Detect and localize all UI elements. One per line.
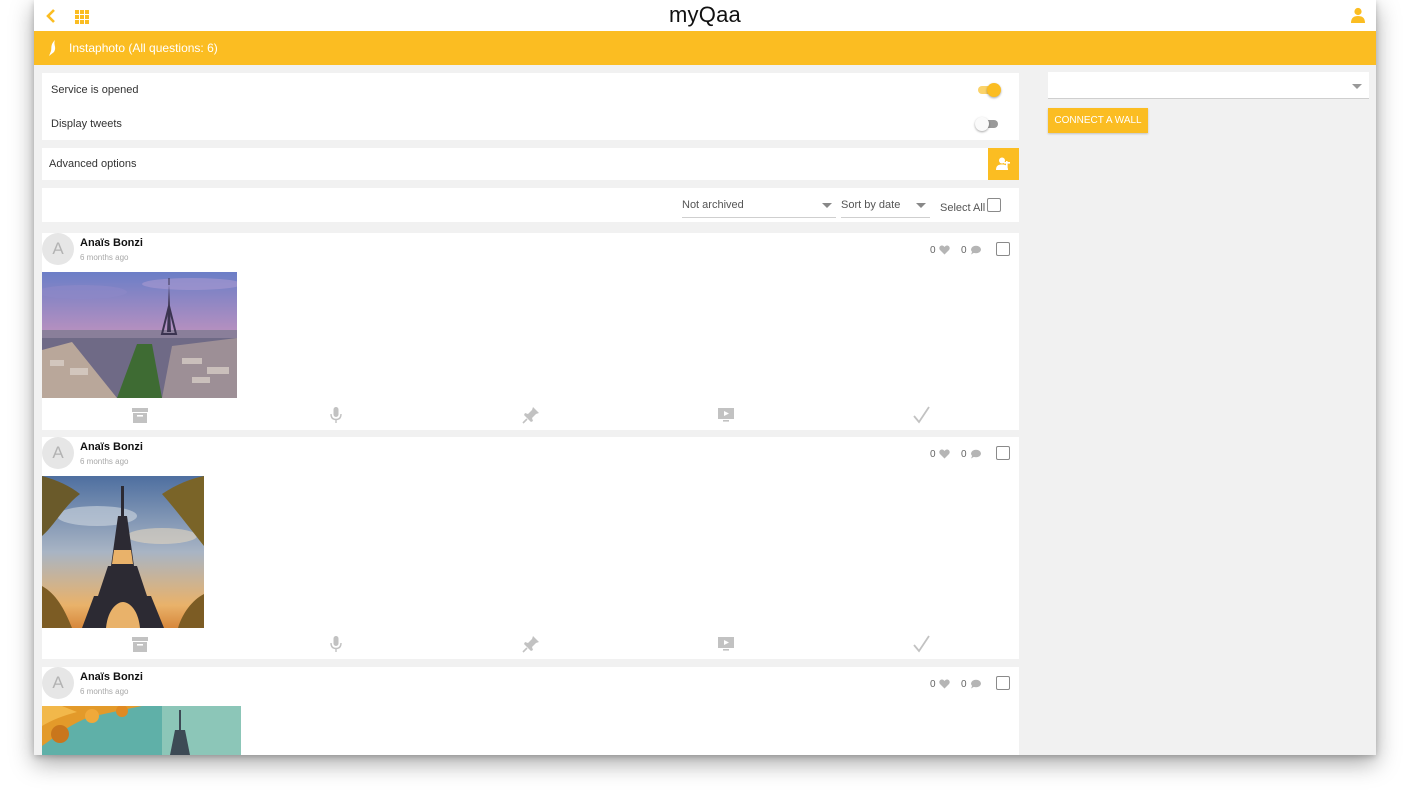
caret-down-icon bbox=[916, 203, 926, 208]
heart-icon bbox=[939, 245, 951, 255]
microphone-icon bbox=[330, 636, 342, 652]
post-select-checkbox[interactable] bbox=[996, 676, 1010, 690]
service-icon bbox=[49, 40, 56, 56]
comment-bubble-icon bbox=[971, 245, 982, 255]
archive-icon bbox=[132, 637, 148, 652]
pin-icon bbox=[522, 407, 539, 424]
sort-value: Sort by date bbox=[841, 199, 901, 211]
microphone-button[interactable] bbox=[326, 634, 346, 654]
toggle-knob bbox=[987, 83, 1001, 97]
caret-down-icon bbox=[822, 203, 832, 208]
setting-display-tweets: Display tweets bbox=[42, 107, 1019, 140]
avatar: A bbox=[42, 667, 74, 699]
post-photo[interactable] bbox=[42, 706, 241, 755]
wall-select[interactable] bbox=[1048, 72, 1369, 99]
comments-value: 0 bbox=[961, 449, 967, 460]
comments-value: 0 bbox=[961, 679, 967, 690]
screen-icon bbox=[718, 637, 734, 651]
post-card: A Anaïs Bonzi 6 months ago 0 0 bbox=[42, 437, 1019, 659]
heart-icon bbox=[939, 679, 951, 689]
toggle-knob bbox=[975, 117, 989, 131]
select-all-label: Select All bbox=[940, 202, 986, 214]
post-time: 6 months ago bbox=[80, 687, 129, 696]
display-on-screen-button[interactable] bbox=[716, 405, 736, 425]
pin-icon bbox=[522, 636, 539, 653]
eiffel-tower-sunset-photo bbox=[42, 476, 204, 628]
comment-bubble-icon bbox=[971, 449, 982, 459]
screen-icon bbox=[718, 408, 734, 422]
post-card: A Anaïs Bonzi 6 months ago 0 0 bbox=[42, 233, 1019, 430]
service-opened-toggle[interactable] bbox=[975, 83, 1001, 97]
comment-bubble-icon bbox=[971, 679, 982, 689]
service-title: Instaphoto (All questions: 6) bbox=[69, 41, 218, 55]
comments-count[interactable]: 0 bbox=[961, 679, 982, 690]
pin-button[interactable] bbox=[521, 634, 541, 654]
app-window: myQaa Instaphoto (All questions: 6) Serv… bbox=[34, 0, 1376, 755]
checkmark-icon bbox=[913, 406, 930, 424]
filters-bar: Not archived Sort by date Select All bbox=[42, 188, 1019, 222]
advanced-options-bar[interactable]: Advanced options bbox=[42, 148, 1019, 180]
validate-button[interactable] bbox=[911, 405, 931, 425]
post-actions bbox=[42, 405, 1019, 425]
checkmark-icon bbox=[913, 635, 930, 653]
archive-button[interactable] bbox=[130, 634, 150, 654]
service-banner: Instaphoto (All questions: 6) bbox=[34, 31, 1376, 65]
post-photo[interactable] bbox=[42, 476, 204, 628]
settings-panel: Service is opened Display tweets bbox=[42, 73, 1019, 140]
post-select-checkbox[interactable] bbox=[996, 242, 1010, 256]
display-on-screen-button[interactable] bbox=[716, 634, 736, 654]
setting-service-opened: Service is opened bbox=[42, 73, 1019, 106]
user-button[interactable] bbox=[1350, 7, 1366, 24]
caret-down-icon bbox=[1352, 84, 1362, 89]
setting-label: Display tweets bbox=[51, 118, 122, 130]
post-author: Anaïs Bonzi bbox=[80, 671, 143, 683]
post-actions bbox=[42, 634, 1019, 654]
post-author: Anaïs Bonzi bbox=[80, 441, 143, 453]
likes-value: 0 bbox=[930, 449, 936, 460]
likes-count[interactable]: 0 bbox=[930, 679, 951, 690]
paris-skyline-photo bbox=[42, 272, 237, 398]
display-tweets-toggle[interactable] bbox=[975, 117, 1001, 131]
pin-button[interactable] bbox=[521, 405, 541, 425]
archive-filter-value: Not archived bbox=[682, 199, 744, 211]
advanced-options-label: Advanced options bbox=[49, 158, 137, 170]
user-settings-icon bbox=[996, 157, 1010, 170]
setting-label: Service is opened bbox=[51, 84, 139, 96]
archive-icon bbox=[132, 408, 148, 423]
advanced-options-button[interactable] bbox=[988, 148, 1019, 180]
heart-icon bbox=[939, 449, 951, 459]
user-icon bbox=[1351, 7, 1365, 23]
microphone-button[interactable] bbox=[326, 405, 346, 425]
post-time: 6 months ago bbox=[80, 457, 129, 466]
likes-count[interactable]: 0 bbox=[930, 449, 951, 460]
post-time: 6 months ago bbox=[80, 253, 129, 262]
post-card: A Anaïs Bonzi 6 months ago 0 0 bbox=[42, 667, 1019, 755]
comments-count[interactable]: 0 bbox=[961, 449, 982, 460]
archive-filter-select[interactable]: Not archived bbox=[682, 188, 836, 218]
comments-count[interactable]: 0 bbox=[961, 245, 982, 256]
avatar: A bbox=[42, 233, 74, 265]
likes-value: 0 bbox=[930, 679, 936, 690]
archive-button[interactable] bbox=[130, 405, 150, 425]
eiffel-tower-autumn-photo bbox=[42, 706, 241, 755]
sort-select[interactable]: Sort by date bbox=[841, 188, 930, 218]
top-bar: myQaa bbox=[34, 0, 1376, 31]
post-photo[interactable] bbox=[42, 272, 237, 398]
app-title: myQaa bbox=[669, 2, 741, 27]
likes-value: 0 bbox=[930, 245, 936, 256]
post-select-checkbox[interactable] bbox=[996, 446, 1010, 460]
select-all-checkbox[interactable] bbox=[987, 198, 1001, 212]
avatar: A bbox=[42, 437, 74, 469]
comments-value: 0 bbox=[961, 245, 967, 256]
likes-count[interactable]: 0 bbox=[930, 245, 951, 256]
microphone-icon bbox=[330, 407, 342, 423]
connect-wall-button[interactable]: CONNECT A WALL bbox=[1048, 108, 1148, 133]
post-author: Anaïs Bonzi bbox=[80, 237, 143, 249]
validate-button[interactable] bbox=[911, 634, 931, 654]
